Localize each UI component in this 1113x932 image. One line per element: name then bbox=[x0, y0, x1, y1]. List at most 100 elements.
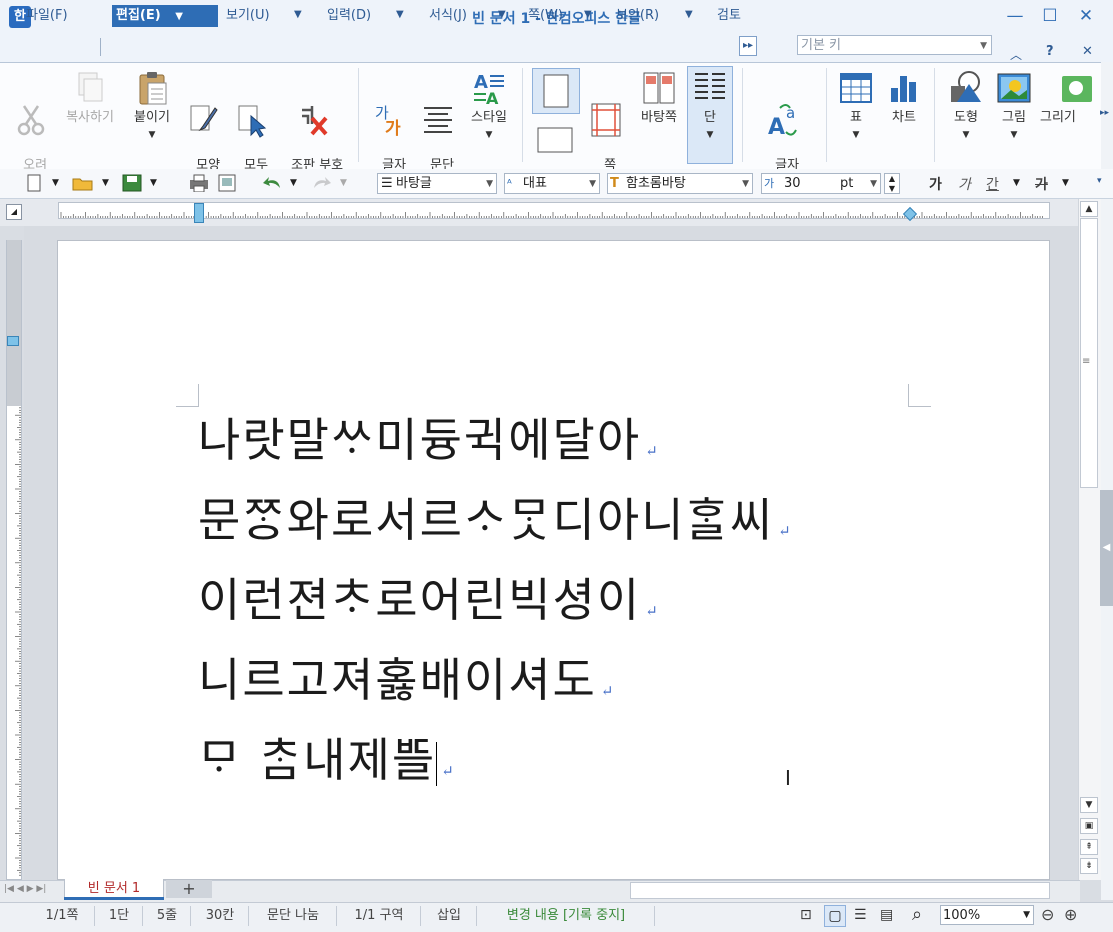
shortcut-combo[interactable]: 기본 키 ▼ bbox=[797, 35, 992, 55]
svg-text:A: A bbox=[486, 89, 499, 106]
toolbar-more-icon[interactable]: ▾ bbox=[1097, 176, 1102, 186]
status-insert-mode[interactable]: 삽입 bbox=[422, 906, 477, 926]
hscroll-thumb[interactable] bbox=[630, 882, 1050, 899]
view-outline-icon[interactable]: ☰ bbox=[854, 907, 867, 923]
chevron-down-icon[interactable]: ▼ bbox=[290, 178, 297, 188]
style-button[interactable]: AA 스타일 ▼ bbox=[464, 70, 514, 143]
scroll-thumb[interactable] bbox=[1080, 218, 1098, 488]
portrait-page-button[interactable] bbox=[532, 68, 580, 114]
menu-insert[interactable]: 입력(D) bbox=[323, 5, 375, 27]
document-line[interactable]: 나랏말ᄊᆞ미듕귁에달아 ↵ bbox=[198, 404, 660, 470]
zoom-combo[interactable]: 100% ▼ bbox=[940, 905, 1034, 925]
chart-button[interactable]: 차트 bbox=[884, 70, 924, 126]
prev-page-button[interactable]: ⇞ bbox=[1080, 839, 1098, 855]
underline-button[interactable]: 간 bbox=[986, 174, 999, 194]
side-panel-toggle-icon[interactable]: ◀ bbox=[1100, 490, 1113, 606]
horizontal-ruler[interactable] bbox=[58, 202, 1050, 219]
chevron-down-icon: ▼ bbox=[1010, 130, 1018, 140]
menu-divider bbox=[100, 38, 101, 56]
next-page-button[interactable]: ⇟ bbox=[1080, 858, 1098, 874]
zoom-search-icon[interactable]: ⌕ bbox=[912, 904, 922, 925]
chevron-down-icon[interactable]: ▼ bbox=[498, 9, 506, 20]
top-margin-marker[interactable] bbox=[7, 336, 19, 346]
drawing-button[interactable]: 그리기 bbox=[1040, 70, 1100, 126]
chevron-down-icon[interactable]: ▼ bbox=[102, 178, 109, 188]
chevron-down-icon[interactable]: ▼ bbox=[294, 9, 302, 20]
language-combo[interactable]: ᴬ 대표 ▼ bbox=[504, 173, 600, 194]
ribbon-collapse-icon[interactable]: ︿ bbox=[1010, 46, 1022, 63]
maximize-icon[interactable]: ☐ bbox=[1038, 6, 1062, 26]
new-doc-icon[interactable] bbox=[26, 174, 42, 196]
font-value: 함초롬바탕 bbox=[626, 176, 686, 191]
char-shape-icon: 가가 bbox=[375, 104, 401, 138]
chevron-down-icon[interactable]: ▼ bbox=[396, 9, 404, 20]
status-section[interactable]: 1/1 구역 bbox=[338, 906, 421, 926]
redo-icon[interactable] bbox=[310, 174, 332, 196]
status-track-changes[interactable]: 변경 내용 [기록 중지] bbox=[478, 906, 655, 926]
zoom-out-icon[interactable]: ⊖ bbox=[1041, 905, 1054, 924]
preview-icon[interactable] bbox=[216, 174, 238, 196]
document-line[interactable]: 이런젼ᄎᆞ로어린빅셩이 ↵ bbox=[198, 564, 660, 630]
view-normal-icon[interactable]: ⊡ bbox=[800, 907, 812, 923]
menu-file[interactable]: 파일(F) bbox=[22, 5, 72, 27]
chevron-down-icon[interactable]: ▼ bbox=[150, 178, 157, 188]
menu-edit[interactable]: 편집(E) ▼ bbox=[112, 5, 218, 27]
help-icon[interactable]: ? bbox=[1046, 44, 1054, 59]
chevron-down-icon[interactable]: ▼ bbox=[52, 178, 59, 188]
font-combo[interactable]: T 함초롬바탕 ▼ bbox=[607, 173, 753, 194]
master-page-button[interactable]: 바탕쪽 bbox=[634, 70, 684, 126]
chevron-down-icon[interactable]: ▼ bbox=[584, 9, 592, 20]
copy-button[interactable]: 복사하기 bbox=[58, 70, 122, 126]
font-size-combo[interactable]: 가 30 pt ▼ bbox=[761, 173, 881, 194]
menu-more-icon[interactable]: ▸▸ bbox=[739, 36, 757, 56]
strike-button[interactable]: 가 bbox=[1035, 174, 1048, 194]
table-button[interactable]: 표 ▼ bbox=[836, 70, 876, 143]
picture-button[interactable]: 그림 ▼ bbox=[992, 70, 1036, 143]
chevron-down-icon: ▼ bbox=[852, 130, 860, 140]
tab-scroll-left-icon[interactable]: |◀ ◀ ▶ ▶| bbox=[4, 884, 46, 894]
close-icon[interactable]: ✕ bbox=[1074, 6, 1098, 26]
document-line[interactable]: 니르고져홇배이셔도 ↵ bbox=[198, 644, 615, 710]
bold-button[interactable]: 가 bbox=[929, 174, 942, 194]
font-size-spinner[interactable]: ▲ ▼ bbox=[884, 173, 900, 194]
print-icon[interactable] bbox=[188, 174, 210, 196]
chevron-down-icon[interactable]: ▼ bbox=[685, 9, 693, 20]
columns-button[interactable]: 단 ▼ bbox=[690, 70, 730, 143]
scroll-down-button[interactable]: ▼ bbox=[1080, 797, 1098, 813]
minimize-icon[interactable]: — bbox=[1003, 6, 1027, 26]
italic-button[interactable]: 가 bbox=[958, 174, 971, 194]
add-tab-button[interactable]: + bbox=[166, 880, 212, 898]
landscape-page-button[interactable] bbox=[536, 124, 576, 157]
page-view-icon[interactable]: ▣ bbox=[1080, 818, 1098, 834]
table-label: 표 bbox=[850, 110, 862, 125]
menu-view[interactable]: 보기(U) bbox=[222, 5, 274, 27]
landscape-page-icon bbox=[537, 127, 573, 153]
chevron-down-icon[interactable]: ▼ bbox=[1013, 178, 1020, 188]
shape-button[interactable]: 도형 ▼ bbox=[944, 70, 988, 143]
doc-close-icon[interactable]: ✕ bbox=[1082, 44, 1093, 59]
view-draft-icon[interactable]: ▤ bbox=[880, 907, 893, 923]
chevron-down-icon[interactable]: ▼ bbox=[340, 178, 347, 188]
menu-security[interactable]: 보안(R) bbox=[612, 5, 663, 27]
save-icon[interactable] bbox=[122, 174, 142, 196]
document-tab[interactable]: 빈 문서 1 bbox=[64, 879, 164, 899]
para-style-combo[interactable]: ☰ 바탕글 ▼ bbox=[377, 173, 497, 194]
paste-button[interactable]: 붙이기 ▼ bbox=[128, 70, 176, 143]
status-col-pos: 30칸 bbox=[192, 906, 249, 926]
scroll-up-button[interactable]: ▲ bbox=[1080, 201, 1098, 217]
undo-icon[interactable] bbox=[262, 174, 284, 196]
vertical-ruler-margin bbox=[7, 240, 21, 406]
zoom-in-icon[interactable]: ⊕ bbox=[1064, 905, 1077, 924]
open-folder-icon[interactable] bbox=[72, 174, 94, 196]
document-line[interactable]: 문ᄍᆞᆼ와로서르ᄉᆞᄆᆞᆺ디아니ᄒᆞᆯ씨 ↵ bbox=[198, 484, 793, 550]
menu-review[interactable]: 검토 bbox=[713, 5, 751, 27]
indent-marker[interactable] bbox=[194, 203, 204, 223]
ribbon-more-icon[interactable]: ▸▸ bbox=[1100, 108, 1109, 118]
menu-page[interactable]: 쪽(W) bbox=[524, 5, 567, 27]
document-line[interactable]: ᄆᆞ ᄎᆞᆷ내제ᄠᅳᆯ ↵ bbox=[198, 724, 456, 790]
tab-type-selector[interactable]: ◢ bbox=[6, 204, 22, 220]
status-page[interactable]: 1/1쪽 bbox=[30, 906, 95, 926]
chevron-down-icon[interactable]: ▼ bbox=[1062, 178, 1069, 188]
menu-format[interactable]: 서식(J) bbox=[425, 5, 471, 27]
view-page-icon[interactable]: ▢ bbox=[824, 905, 846, 927]
